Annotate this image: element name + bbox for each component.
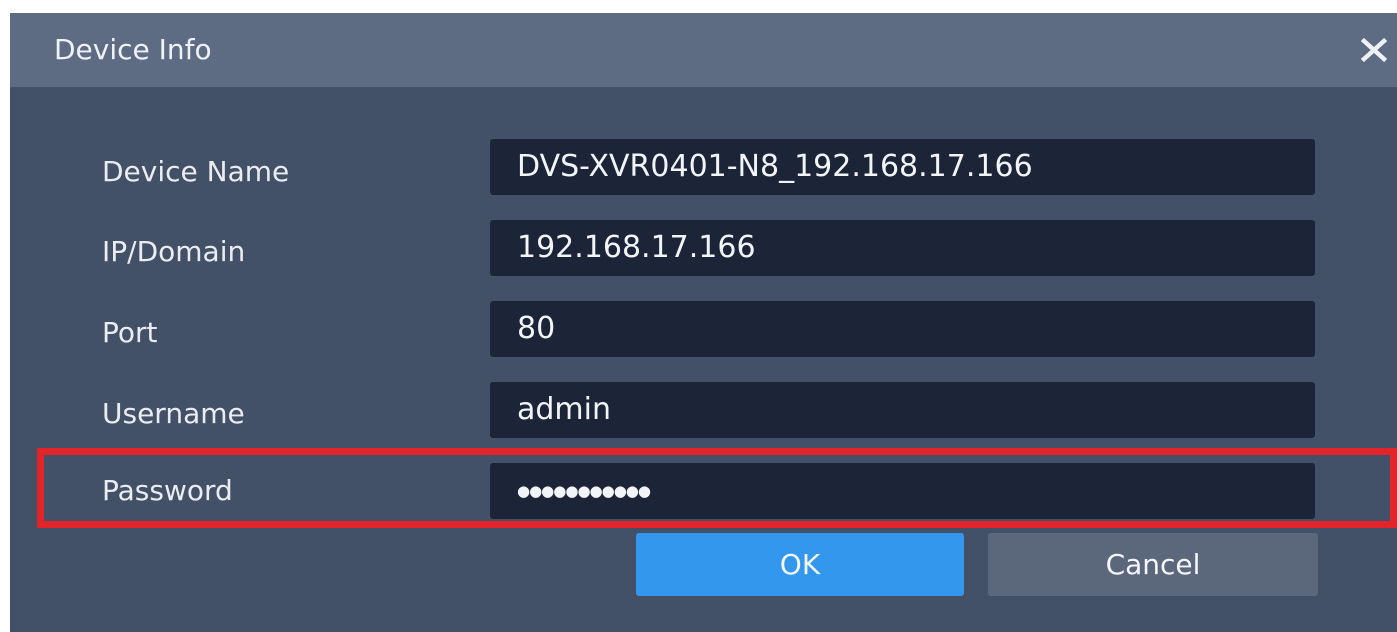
username-label: Username <box>102 397 245 430</box>
close-icon[interactable] <box>1359 35 1389 65</box>
device-name-label: Device Name <box>102 155 290 188</box>
port-label: Port <box>102 316 158 349</box>
ip-domain-label: IP/Domain <box>102 235 246 268</box>
cancel-button[interactable]: Cancel <box>988 533 1318 596</box>
dialog-titlebar: Device Info <box>10 13 1397 87</box>
username-input[interactable]: admin <box>490 382 1315 438</box>
port-input[interactable]: 80 <box>490 301 1315 357</box>
device-name-input[interactable]: DVS-XVR0401-N8_192.168.17.166 <box>490 139 1315 195</box>
ok-button[interactable]: OK <box>636 533 964 596</box>
dialog-title: Device Info <box>54 33 212 66</box>
close-icon-glyph <box>1360 37 1388 63</box>
ip-domain-input[interactable]: 192.168.17.166 <box>490 220 1315 276</box>
device-info-dialog: Device Info Device Name DVS-XVR0401-N8_1… <box>10 13 1397 632</box>
password-highlight-box <box>37 448 1397 528</box>
